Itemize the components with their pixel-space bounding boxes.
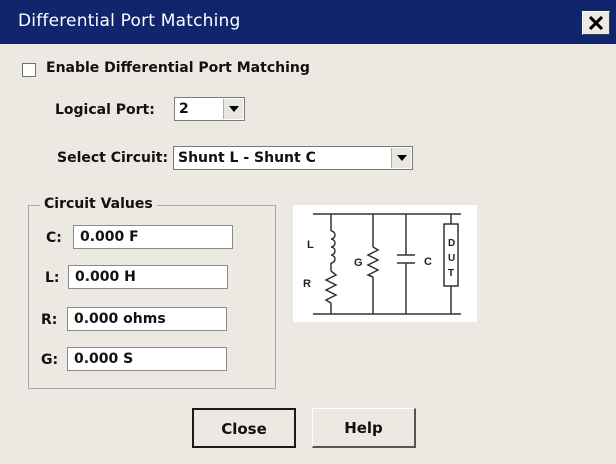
dialog-window: Differential Port Matching Enable Differ…: [0, 0, 616, 464]
window-close-button[interactable]: [582, 11, 610, 35]
l-label: L:: [45, 270, 60, 286]
c-field[interactable]: 0.000 F: [73, 225, 233, 249]
r-label: R:: [41, 312, 58, 328]
circuit-schematic: L R G C D U T: [303, 213, 461, 315]
logical-port-value: 2: [179, 101, 189, 117]
enable-label[interactable]: Enable Differential Port Matching: [46, 60, 310, 76]
chevron-down-icon: [397, 155, 407, 161]
l-value: 0.000 H: [75, 269, 136, 285]
logical-port-label: Logical Port:: [55, 102, 155, 118]
logical-port-select[interactable]: 2: [174, 97, 245, 121]
c-value: 0.000 F: [80, 229, 139, 245]
g-value: 0.000 S: [74, 351, 134, 367]
close-button[interactable]: Close: [192, 408, 296, 448]
enable-checkbox[interactable]: [22, 63, 36, 77]
select-circuit-value: Shunt L - Shunt C: [178, 150, 316, 166]
select-circuit-label: Select Circuit:: [57, 150, 169, 166]
r-value: 0.000 ohms: [74, 311, 166, 327]
circuit-diagram: L R G C D U T: [293, 205, 477, 322]
select-circuit-select[interactable]: Shunt L - Shunt C: [173, 146, 413, 170]
circuit-values-title: Circuit Values: [40, 196, 157, 212]
window-title: Differential Port Matching: [18, 11, 241, 31]
diagram-label-c: C: [424, 256, 432, 268]
diagram-label-dut-u: U: [448, 253, 455, 264]
diagram-label-dut-d: D: [448, 238, 455, 249]
help-button[interactable]: Help: [312, 408, 416, 448]
r-field[interactable]: 0.000 ohms: [67, 307, 227, 331]
c-label: C:: [46, 230, 62, 246]
diagram-label-r: R: [303, 278, 311, 290]
g-label: G:: [41, 352, 59, 368]
diagram-label-dut-t: T: [448, 268, 454, 279]
select-circuit-dropdown-button[interactable]: [391, 148, 411, 168]
title-bar: Differential Port Matching: [0, 0, 616, 44]
l-field[interactable]: 0.000 H: [68, 265, 228, 289]
g-field[interactable]: 0.000 S: [67, 347, 227, 371]
logical-port-dropdown-button[interactable]: [223, 99, 243, 119]
chevron-down-icon: [229, 106, 239, 112]
diagram-label-g: G: [354, 257, 363, 269]
close-icon: [589, 16, 603, 30]
diagram-label-l: L: [307, 239, 314, 251]
